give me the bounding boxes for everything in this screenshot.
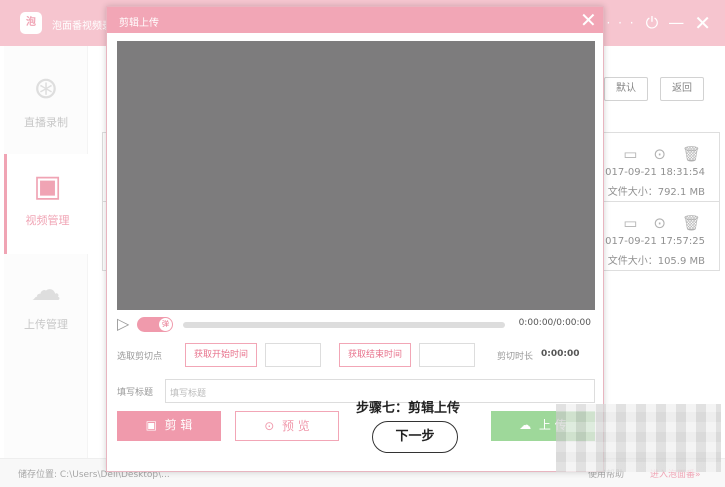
end-time-field[interactable] [419,343,475,367]
dialog-close-icon[interactable]: ✕ [580,8,597,32]
title-label: 填写标题 [117,388,154,398]
start-time-field[interactable] [265,343,321,367]
dialog-title: 剪辑上传 [119,18,159,29]
tutorial-step-label: 步骤七：剪辑上传 [356,401,461,416]
playback-controls: ▷ 弹 0:00:00/0:00:00 [117,315,595,335]
get-start-time-button[interactable]: 获取开始时间 [185,343,257,367]
cut-button[interactable]: ▣ 剪 辑 [117,411,221,441]
clip-upload-dialog: 剪辑上传 ✕ ▷ 弹 0:00:00/0:00:00 选取剪切点 获取开始时间 … [106,6,604,472]
video-preview[interactable] [117,41,595,310]
toggle-knob: 弹 [159,318,172,331]
cloud-upload-icon: ☁ [519,418,532,432]
cut-point-label: 选取剪切点 [117,352,163,362]
duration-value: 0:00:00 [541,349,580,359]
save-icon: ▣ [145,418,157,432]
play-icon[interactable]: ▷ [117,315,129,333]
preview-button[interactable]: ⊙ 预 览 [235,411,339,441]
dialog-header: 剪辑上传 [107,7,603,33]
progress-track[interactable] [183,322,505,328]
watermark-mosaic [556,404,721,472]
cut-point-row: 选取剪切点 获取开始时间 获取结束时间 剪切时长 0:00:00 [117,343,595,367]
danmaku-toggle[interactable]: 弹 [137,317,173,332]
playback-time: 0:00:00/0:00:00 [518,318,591,328]
next-step-button[interactable]: 下一步 [372,421,458,453]
play-circle-icon: ⊙ [264,419,275,433]
get-end-time-button[interactable]: 获取结束时间 [339,343,411,367]
preview-button-label: 预 览 [281,419,310,433]
duration-label: 剪切时长 [497,352,534,362]
cut-button-label: 剪 辑 [164,418,193,432]
